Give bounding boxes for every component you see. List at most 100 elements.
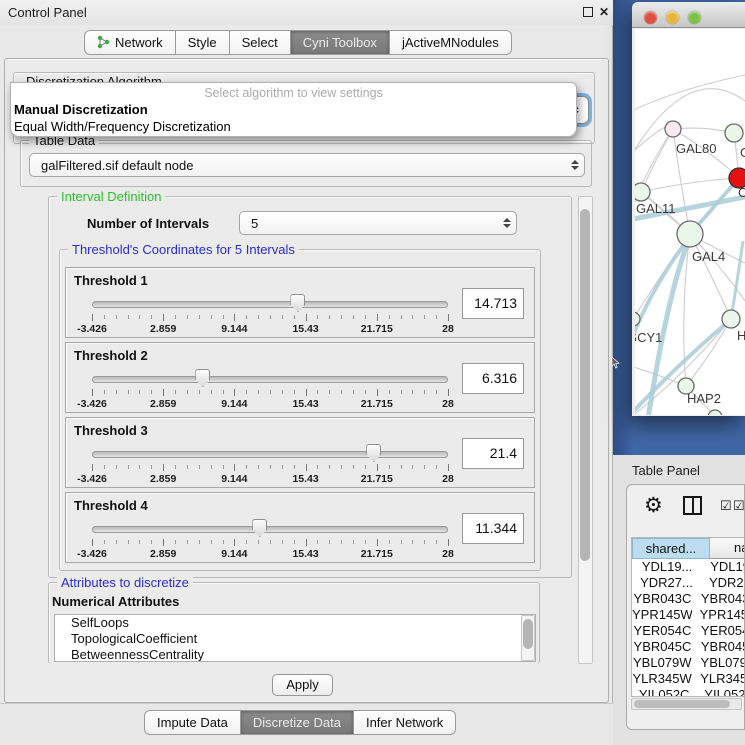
slider-tick: [234, 314, 235, 321]
tab-impute-data[interactable]: Impute Data: [144, 710, 241, 735]
column-header-2[interactable]: name: [710, 538, 745, 559]
slider-tick: [424, 315, 425, 319]
slider-tick: [199, 315, 200, 319]
slider-tick: [246, 540, 247, 544]
network-node-GAL4[interactable]: [677, 221, 703, 247]
node-table[interactable]: shared...name YDL19...YDL19YDR27...YDR27…: [631, 537, 745, 697]
slider-tick: [175, 315, 176, 319]
slider-tick-label: 28: [442, 323, 454, 335]
tab-discretize-data[interactable]: Discretize Data: [241, 710, 354, 735]
slider-tick: [401, 315, 402, 319]
slider-tick-label: 15.43: [292, 548, 318, 560]
popup-item-equal-width-frequency[interactable]: Equal Width/Frequency Discretization: [14, 119, 231, 134]
numerical-attributes-list[interactable]: SelfLoopsTopologicalCoefficientBetweenne…: [54, 614, 536, 662]
slider-tick: [317, 315, 318, 319]
slider-tick: [92, 539, 93, 546]
list-item[interactable]: SelfLoops: [55, 615, 535, 631]
tab-jactivemnodules[interactable]: jActiveMNodules: [390, 30, 512, 55]
slider-tick: [211, 315, 212, 319]
slider-tick-label: 9.144: [221, 398, 247, 410]
table-row[interactable]: YDR27...YDR27: [632, 575, 745, 591]
zoom-traffic-light-icon[interactable]: [688, 11, 701, 24]
attributes-scrollbar[interactable]: [521, 615, 535, 661]
slider-tick: [139, 465, 140, 469]
threshold-value-field[interactable]: 21.4: [462, 438, 524, 469]
checkbox-icon[interactable]: ☑: [720, 498, 732, 514]
slider-tick: [412, 390, 413, 394]
slider-tick: [353, 540, 354, 544]
table-horizontal-scrollbar[interactable]: [631, 698, 742, 710]
threshold-slider[interactable]: -3.4262.8599.14415.4321.71528: [92, 446, 448, 486]
gear-icon[interactable]: ⚙: [644, 493, 663, 518]
slider-tick: [377, 389, 378, 396]
slider-tick: [424, 390, 425, 394]
float-icon[interactable]: [583, 7, 593, 17]
threshold-panel-1: Threshold 1-3.4262.8599.14415.4321.71528…: [65, 267, 535, 338]
close-traffic-light-icon[interactable]: [644, 11, 657, 24]
network-canvas[interactable]: GAL80GACGAL11GAL4GCY1HHAP2: [635, 29, 745, 415]
tab-infer-network[interactable]: Infer Network: [354, 710, 456, 735]
split-panel-icon[interactable]: [683, 496, 702, 515]
table-row[interactable]: YBR045CYBR045C: [632, 639, 745, 655]
panel-vertical-scrollbar[interactable]: [578, 196, 593, 664]
slider-handle[interactable]: [252, 519, 267, 537]
slider-handle[interactable]: [195, 369, 210, 387]
tab-cyni-toolbox[interactable]: Cyni Toolbox: [291, 30, 390, 55]
threshold-slider[interactable]: -3.4262.8599.14415.4321.71528: [92, 296, 448, 336]
slider-tick: [175, 465, 176, 469]
network-node-GAL80[interactable]: [665, 121, 681, 137]
close-icon[interactable]: ✕: [599, 7, 609, 18]
network-node-GAL11[interactable]: [635, 183, 650, 201]
slider-tick: [270, 390, 271, 394]
table-data-combo[interactable]: galFiltered.sif default node: [29, 153, 585, 177]
slider-track[interactable]: [92, 526, 448, 533]
checkbox-icon[interactable]: ☑: [733, 498, 745, 514]
apply-button[interactable]: Apply: [272, 674, 333, 696]
panel-title: Control Panel: [8, 5, 87, 20]
slider-tick-label: 28: [442, 548, 454, 560]
network-node-GA[interactable]: [725, 124, 743, 142]
threshold-value-field[interactable]: 14.713: [462, 288, 524, 319]
scrollbar-thumb[interactable]: [580, 209, 590, 561]
threshold-panel-4: Threshold 4-3.4262.8599.14415.4321.71528…: [65, 492, 535, 563]
top-tab-bar: NetworkStyleSelectCyni ToolboxjActiveMNo…: [84, 30, 512, 55]
table-row[interactable]: YER054CYER054C: [632, 623, 745, 639]
table-row[interactable]: YLR345WYLR345W: [632, 671, 745, 687]
bottom-tab-bar: Impute DataDiscretize DataInfer Network: [144, 710, 456, 735]
table-row[interactable]: YBR043CYBR043C: [632, 591, 745, 607]
table-row[interactable]: YBL079WYBL079W: [632, 655, 745, 671]
number-of-intervals-combo[interactable]: 5: [239, 211, 517, 235]
mouse-cursor: [611, 357, 620, 369]
network-node-H[interactable]: [722, 310, 740, 328]
threshold-slider[interactable]: -3.4262.8599.14415.4321.71528: [92, 521, 448, 561]
slider-track[interactable]: [92, 376, 448, 383]
slider-tick: [353, 465, 354, 469]
threshold-value-field[interactable]: 11.344: [462, 513, 524, 544]
threshold-value-field[interactable]: 6.316: [462, 363, 524, 394]
scrollbar-thumb[interactable]: [523, 619, 533, 649]
tab-network[interactable]: Network: [84, 30, 176, 55]
list-item[interactable]: BetweennessCentrality: [55, 647, 535, 662]
slider-track[interactable]: [92, 451, 448, 458]
table-row[interactable]: YDL19...YDL19: [632, 559, 745, 575]
slider-tick: [163, 314, 164, 321]
cell-shared-name: YBR045C: [632, 639, 693, 655]
slider-track[interactable]: [92, 301, 448, 308]
slider-handle[interactable]: [290, 294, 305, 312]
slider-tick-label: 2.859: [150, 548, 176, 560]
tab-style[interactable]: Style: [176, 30, 230, 55]
minimize-traffic-light-icon[interactable]: [666, 11, 679, 24]
scrollbar-thumb[interactable]: [634, 700, 730, 708]
network-edge: [635, 127, 665, 151]
slider-tick: [389, 540, 390, 544]
threshold-slider[interactable]: -3.4262.8599.14415.4321.71528: [92, 371, 448, 411]
table-row[interactable]: YPR145WYPR145W: [632, 607, 745, 623]
list-item[interactable]: TopologicalCoefficient: [55, 631, 535, 647]
column-header-1[interactable]: shared...: [632, 538, 710, 559]
popup-item-manual-discretization[interactable]: Manual Discretization: [14, 102, 148, 117]
table-row[interactable]: YIL052CYIL052C: [632, 687, 745, 697]
network-node-label: C: [738, 185, 745, 200]
slider-handle[interactable]: [366, 444, 381, 462]
tab-select[interactable]: Select: [230, 30, 291, 55]
slider-tick: [128, 540, 129, 544]
